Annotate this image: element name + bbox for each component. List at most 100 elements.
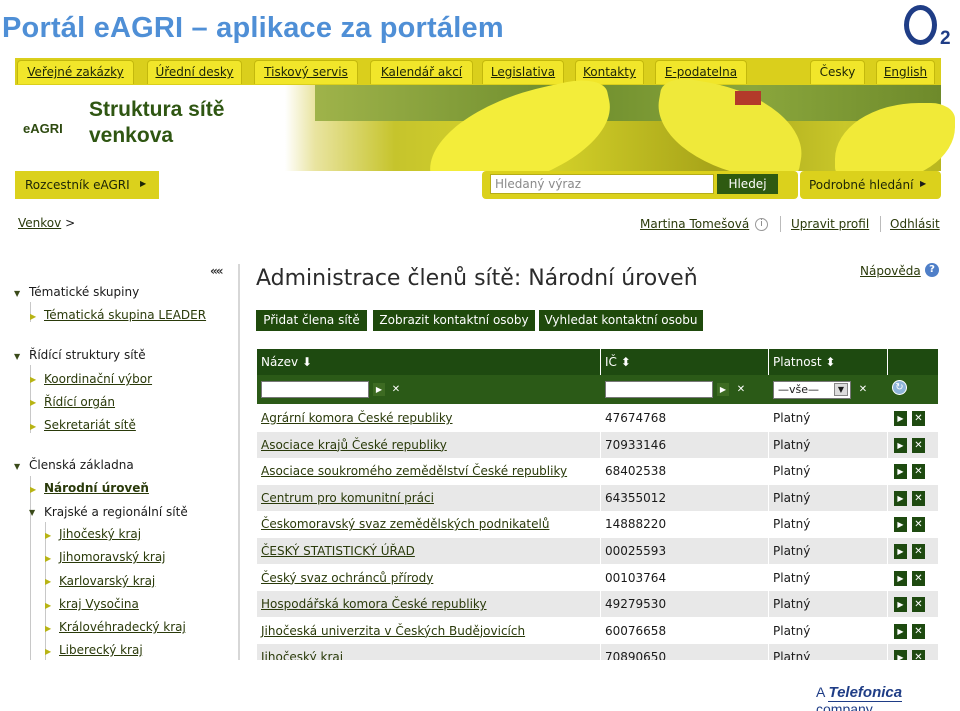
filter-apply-icon[interactable]: ▶ [373, 383, 385, 396]
o2-logo: 2 [902, 2, 956, 50]
bullet-icon: ▶ [30, 422, 37, 431]
show-contacts-button[interactable]: Zobrazit kontaktní osoby [373, 310, 535, 331]
table-row: Český svaz ochránců přírody 00103764 Platn… [257, 565, 938, 591]
sidebar-item-regional-networks[interactable]: Krajské a regionální sítě [44, 505, 188, 519]
tab-verejne-zakazky[interactable]: Veřejné zakázky [17, 60, 134, 84]
crossroads-menu[interactable]: Rozcestník eAGRI [15, 171, 159, 199]
sidebar-item-coordination[interactable]: Koordinační výbor [44, 372, 152, 386]
sidebar-group-thematic[interactable]: Tématické skupiny [29, 285, 139, 299]
edit-profile-link[interactable]: Upravit profil [791, 217, 869, 231]
info-icon[interactable]: i [755, 218, 768, 231]
divider [780, 216, 781, 232]
member-name-link[interactable]: Český svaz ochránců přírody [261, 565, 433, 591]
chevron-down-icon[interactable]: ▼ [834, 383, 848, 396]
logout-link[interactable]: Odhlásit [890, 217, 940, 231]
filter-clear-icon[interactable]: ✕ [857, 383, 869, 396]
delete-icon[interactable]: ✕ [912, 544, 925, 559]
sidebar-item-leader[interactable]: Tématická skupina LEADER [44, 308, 206, 322]
caret-down-icon[interactable]: ▼ [14, 289, 20, 298]
search-button[interactable]: Hledej [717, 174, 778, 194]
delete-icon[interactable]: ✕ [912, 570, 925, 586]
collapse-sidebar-icon[interactable]: «« [210, 264, 223, 278]
bullet-icon: ▶ [45, 601, 52, 610]
sidebar-item-secretariat[interactable]: Sekretariát sítě [44, 418, 136, 432]
delete-icon[interactable]: ✕ [912, 517, 925, 533]
member-name-link[interactable]: Agrární komora České republiky [261, 405, 453, 431]
user-name-link[interactable]: Martina Tomešová [640, 217, 749, 231]
sidebar-region[interactable]: Jihomoravský kraj [59, 550, 166, 564]
help-link[interactable]: Nápověda [860, 264, 921, 278]
caret-down-icon[interactable]: ▼ [29, 508, 35, 517]
member-status: Platný [773, 490, 811, 505]
member-name-link[interactable]: Českomoravský svaz zemědělských podnikat… [261, 511, 549, 537]
member-ic: 00103764 [605, 570, 667, 585]
refresh-icon[interactable]: ↻ [892, 380, 907, 395]
tab-tiskovy-servis[interactable]: Tiskový servis [254, 60, 358, 84]
bullet-icon: ▶ [30, 312, 37, 321]
member-status: Platný [773, 623, 811, 638]
find-contact-button[interactable]: Vyhledat kontaktní osobu [539, 310, 703, 331]
delete-icon[interactable]: ✕ [912, 437, 925, 453]
member-name-link[interactable]: ČESKÝ STATISTICKÝ ÚŘAD [261, 538, 415, 564]
member-ic: 49279530 [605, 597, 667, 612]
delete-icon[interactable]: ✕ [912, 623, 925, 639]
open-detail-icon[interactable]: ▶ [894, 623, 907, 639]
bullet-icon: ▶ [30, 375, 37, 384]
filter-clear-icon[interactable]: ✕ [390, 383, 402, 396]
sidebar-region[interactable]: Jihočeský kraj [59, 527, 141, 541]
sidebar-group-membership[interactable]: Členská základna [29, 458, 134, 472]
sidebar-divider [238, 264, 240, 660]
tab-legislativa[interactable]: Legislativa [482, 60, 564, 84]
sort-icon[interactable]: ⬇ [302, 355, 312, 369]
filter-clear-icon[interactable]: ✕ [735, 383, 747, 396]
breadcrumb-home[interactable]: Venkov [18, 216, 61, 230]
caret-down-icon[interactable]: ▼ [14, 352, 20, 361]
member-status: Platný [773, 544, 811, 558]
open-detail-icon[interactable]: ▶ [894, 490, 907, 506]
search-input[interactable] [490, 174, 714, 194]
bullet-icon: ▶ [45, 531, 52, 540]
sidebar-region[interactable]: Královéhradecký kraj [59, 620, 186, 634]
member-name-link[interactable]: Asociace krajů České republiky [261, 432, 447, 458]
open-detail-icon[interactable]: ▶ [894, 411, 907, 426]
caret-down-icon[interactable]: ▼ [14, 462, 20, 471]
open-detail-icon[interactable]: ▶ [894, 517, 907, 533]
member-name-link[interactable]: Hospodářská komora České republiky [261, 591, 487, 617]
column-header-status[interactable]: Platnost ⬍ [769, 349, 835, 375]
member-name-link[interactable]: Asociace soukromého zemědělství České re… [261, 458, 567, 484]
sidebar-group-steering[interactable]: Řídící struktury sítě [29, 348, 146, 362]
column-header-name[interactable]: Název ⬇ [257, 349, 312, 375]
sidebar-region[interactable]: Karlovarský kraj [59, 574, 155, 588]
delete-icon[interactable]: ✕ [912, 411, 925, 426]
sort-icon[interactable]: ⬍ [825, 355, 835, 369]
sort-icon[interactable]: ⬍ [621, 355, 631, 369]
open-detail-icon[interactable]: ▶ [894, 597, 907, 613]
column-header-ic[interactable]: IČ ⬍ [601, 349, 631, 375]
bullet-icon: ▶ [45, 577, 52, 586]
o2-logo-subscript: 2 [940, 28, 951, 49]
sidebar-item-national-level[interactable]: Národní úroveň [44, 481, 149, 495]
filter-apply-icon[interactable]: ▶ [717, 383, 729, 396]
sidebar-item-managing-authority[interactable]: Řídící orgán [44, 395, 115, 409]
tab-kalendar-akci[interactable]: Kalendář akcí [370, 60, 473, 84]
eagri-logo[interactable]: eAGRI [23, 121, 63, 136]
tab-uredni-desky[interactable]: Úřední desky [147, 60, 242, 84]
filter-ic-input[interactable] [605, 381, 713, 398]
member-name-link[interactable]: Centrum pro komunitní práci [261, 485, 434, 511]
open-detail-icon[interactable]: ▶ [894, 570, 907, 586]
open-detail-icon[interactable]: ▶ [894, 437, 907, 453]
filter-name-input[interactable] [261, 381, 369, 398]
lang-english[interactable]: English [876, 60, 935, 84]
open-detail-icon[interactable]: ▶ [894, 544, 907, 559]
delete-icon[interactable]: ✕ [912, 597, 925, 613]
sidebar-region[interactable]: kraj Vysočina [59, 597, 139, 611]
delete-icon[interactable]: ✕ [912, 490, 925, 506]
lang-cesky[interactable]: Česky [810, 60, 865, 84]
help-icon[interactable]: ? [925, 263, 939, 277]
add-member-button[interactable]: Přidat člena sítě [256, 310, 367, 331]
open-detail-icon[interactable]: ▶ [894, 464, 907, 480]
delete-icon[interactable]: ✕ [912, 464, 925, 480]
sidebar-region[interactable]: Liberecký kraj [59, 643, 143, 657]
member-name-link[interactable]: Jihočeská univerzita v Českých Budějovic… [261, 618, 525, 644]
table-row: Českomoravský svaz zemědělských podnikat… [257, 511, 938, 537]
